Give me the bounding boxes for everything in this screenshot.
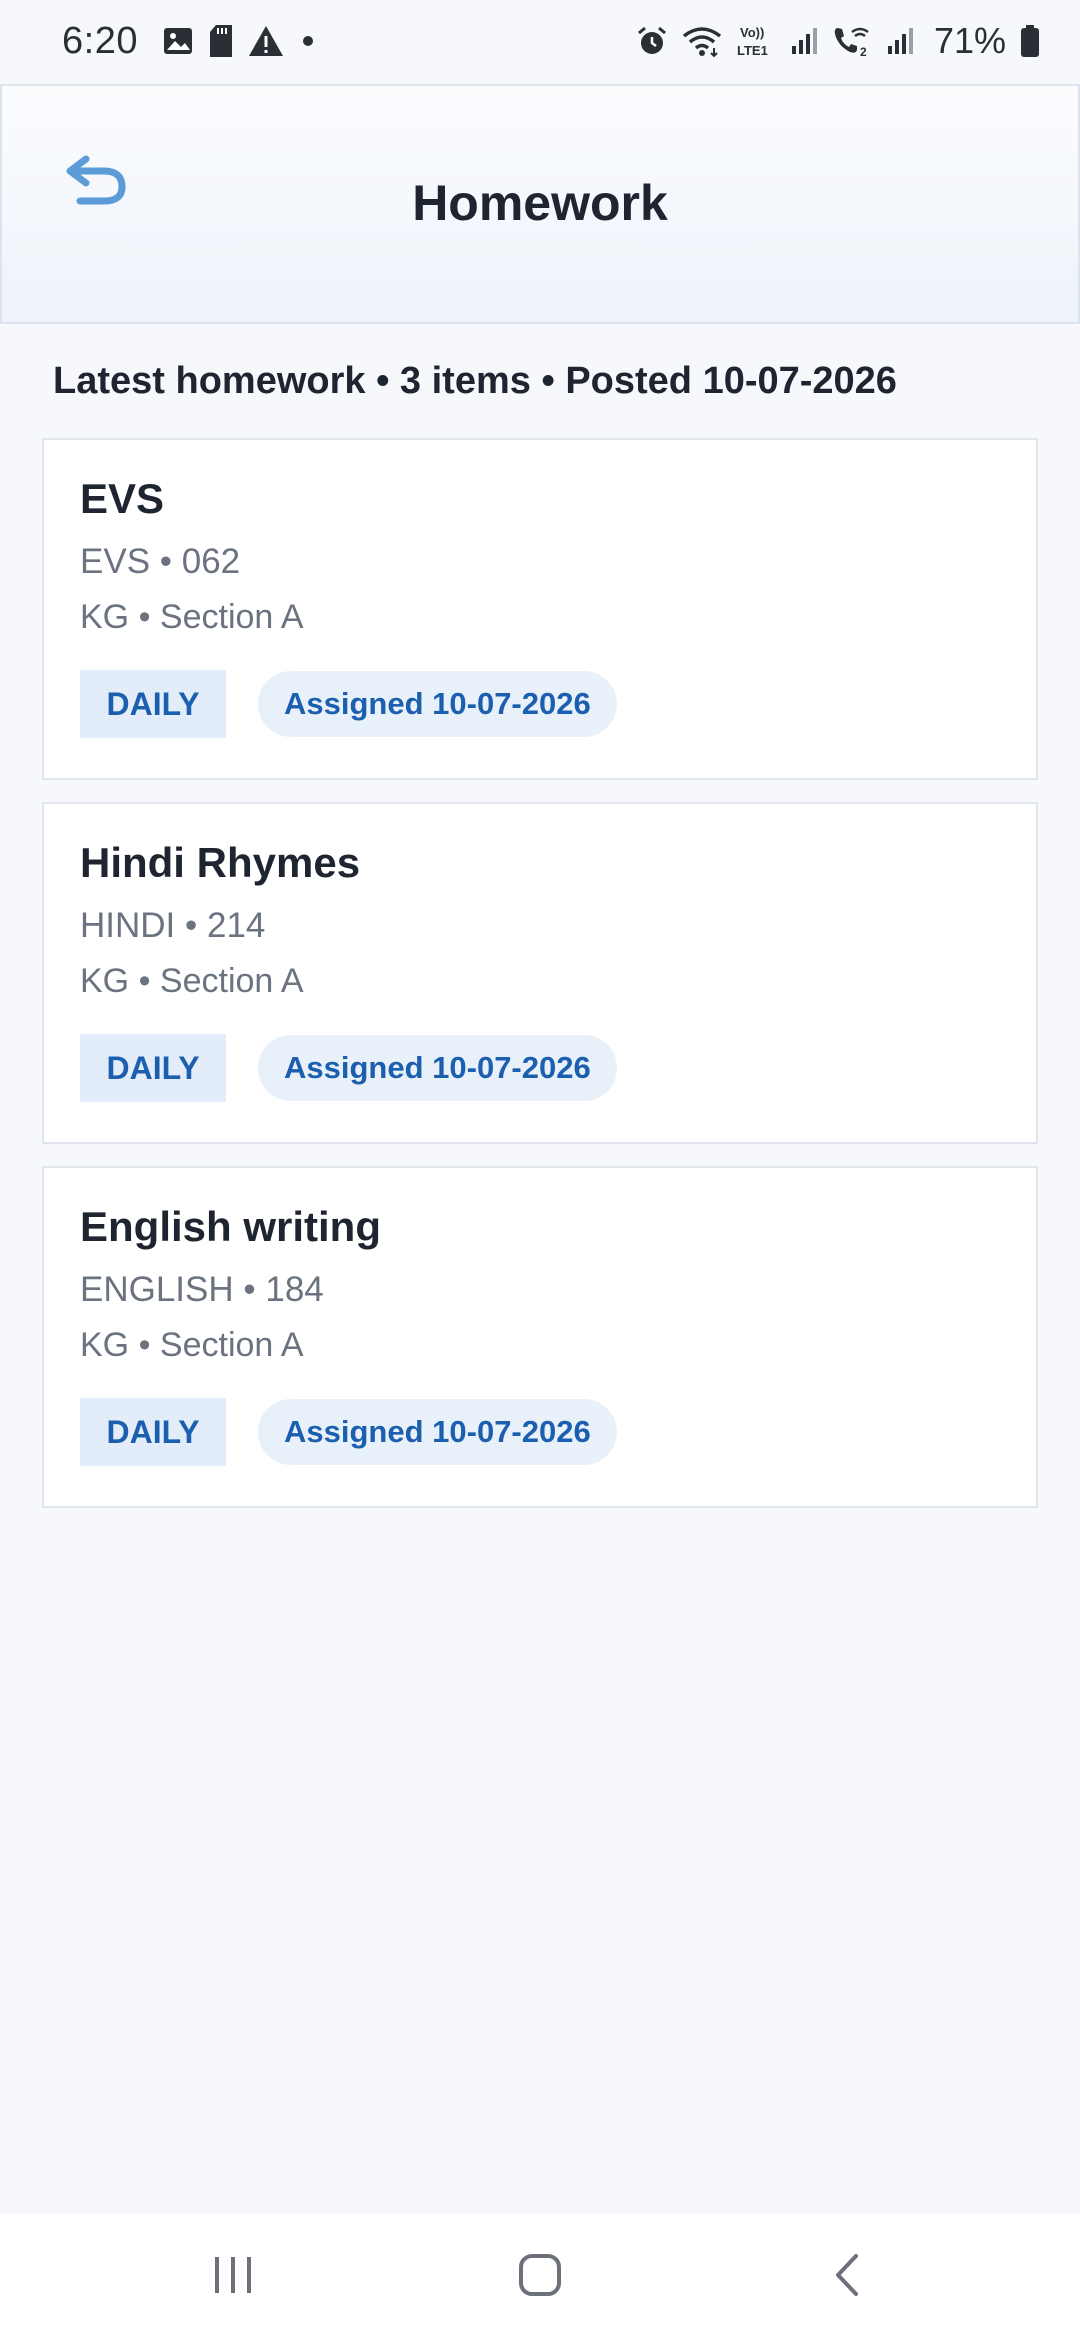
volte-icon: Vo)) LTE1 (736, 21, 776, 61)
homework-list: EVS EVS • 062 KG • Section A DAILY Assig… (42, 438, 1038, 1530)
assigned-date-badge: Assigned 10-07-2026 (258, 671, 617, 737)
homework-card[interactable]: EVS EVS • 062 KG • Section A DAILY Assig… (42, 438, 1038, 780)
alarm-icon (636, 21, 668, 61)
homework-title: English writing (80, 1203, 381, 1250)
status-bar: 6:20 Vo)) LTE1 2 71% (0, 0, 1080, 82)
homework-subject-code: ENGLISH • 184 (80, 1270, 324, 1309)
svg-text:2: 2 (860, 45, 867, 58)
signal-icon-2 (886, 21, 914, 61)
home-button[interactable] (480, 2227, 600, 2327)
homework-class-section: KG • Section A (80, 1326, 304, 1364)
recents-button[interactable] (173, 2227, 293, 2327)
sd-card-icon (208, 21, 234, 61)
signal-icon (790, 21, 818, 61)
wifi-icon (682, 21, 722, 61)
status-left: 6:20 (62, 20, 318, 63)
dot-icon (298, 21, 318, 61)
homework-class-section: KG • Section A (80, 962, 304, 1000)
battery-icon (1020, 21, 1040, 61)
homework-tags: DAILY Assigned 10-07-2026 (80, 670, 1002, 738)
nav-back-button[interactable] (787, 2227, 907, 2327)
homework-class-section: KG • Section A (80, 598, 304, 636)
frequency-badge: DAILY (80, 670, 226, 738)
status-right: Vo)) LTE1 2 71% (636, 20, 1040, 62)
image-icon (162, 21, 194, 61)
frequency-badge: DAILY (80, 1398, 226, 1466)
svg-text:LTE1: LTE1 (737, 43, 768, 58)
homework-subject-code: HINDI • 214 (80, 906, 266, 945)
home-icon (517, 2252, 563, 2303)
back-icon (832, 2252, 862, 2303)
warning-icon (248, 21, 284, 61)
assigned-date-badge: Assigned 10-07-2026 (258, 1399, 617, 1465)
homework-title: EVS (80, 475, 165, 522)
frequency-badge: DAILY (80, 1034, 226, 1102)
assigned-date-badge: Assigned 10-07-2026 (258, 1035, 617, 1101)
homework-card[interactable]: English writing ENGLISH • 184 KG • Secti… (42, 1166, 1038, 1508)
homework-subject-code: EVS • 062 (80, 542, 241, 581)
recents-icon (211, 2254, 255, 2301)
homework-tags: DAILY Assigned 10-07-2026 (80, 1398, 1002, 1466)
status-time: 6:20 (62, 19, 138, 62)
wifi-calling-icon: 2 (832, 21, 872, 61)
homework-title: Hindi Rhymes (80, 839, 361, 886)
svg-text:Vo)): Vo)) (740, 25, 764, 40)
page-title: Homework (412, 175, 668, 231)
homework-summary: Latest homework • 3 items • Posted 10-07… (53, 360, 897, 402)
homework-card[interactable]: Hindi Rhymes HINDI • 214 KG • Section A … (42, 802, 1038, 1144)
app-header: Homework (0, 84, 1080, 324)
battery-percentage: 71% (933, 20, 1006, 61)
system-nav-bar (0, 2214, 1080, 2340)
homework-tags: DAILY Assigned 10-07-2026 (80, 1034, 1002, 1102)
